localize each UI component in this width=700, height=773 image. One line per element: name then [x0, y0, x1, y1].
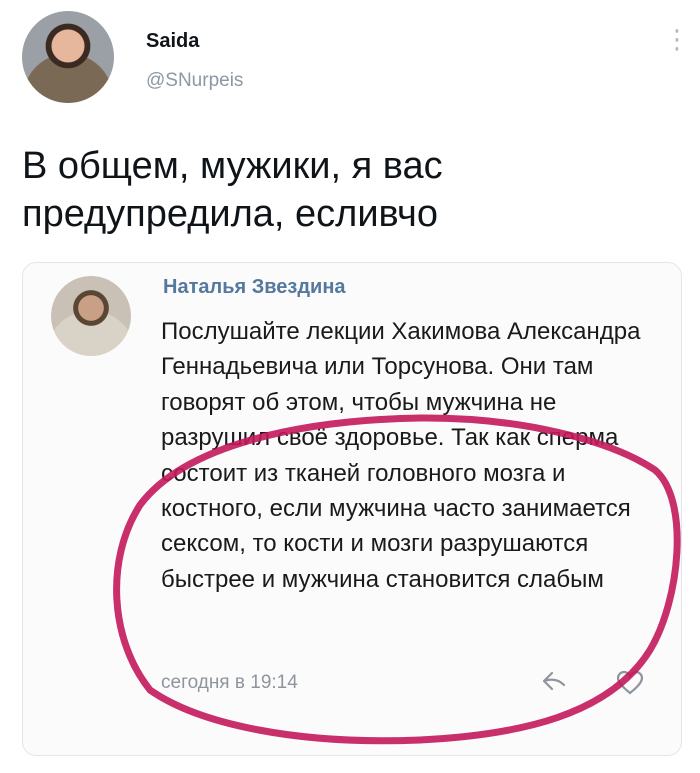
author-name[interactable]: Saida [146, 30, 199, 53]
author-handle[interactable]: @SNurpeis [146, 70, 243, 92]
comment-text: Послушайте лекции Хакимова Александра Ге… [161, 318, 641, 593]
commenter-name[interactable]: Наталья Звездина [163, 276, 346, 299]
commenter-avatar[interactable] [51, 276, 131, 356]
author-avatar[interactable] [22, 11, 114, 103]
heart-icon[interactable] [616, 670, 644, 696]
share-arrow-icon[interactable] [540, 668, 568, 694]
more-vertical-icon[interactable]: ⋮ [664, 26, 690, 52]
comment-timestamp[interactable]: сегодня в 19:14 [161, 672, 298, 694]
tweet-text: В общем, мужики, я вас предупредила, есл… [22, 145, 443, 235]
